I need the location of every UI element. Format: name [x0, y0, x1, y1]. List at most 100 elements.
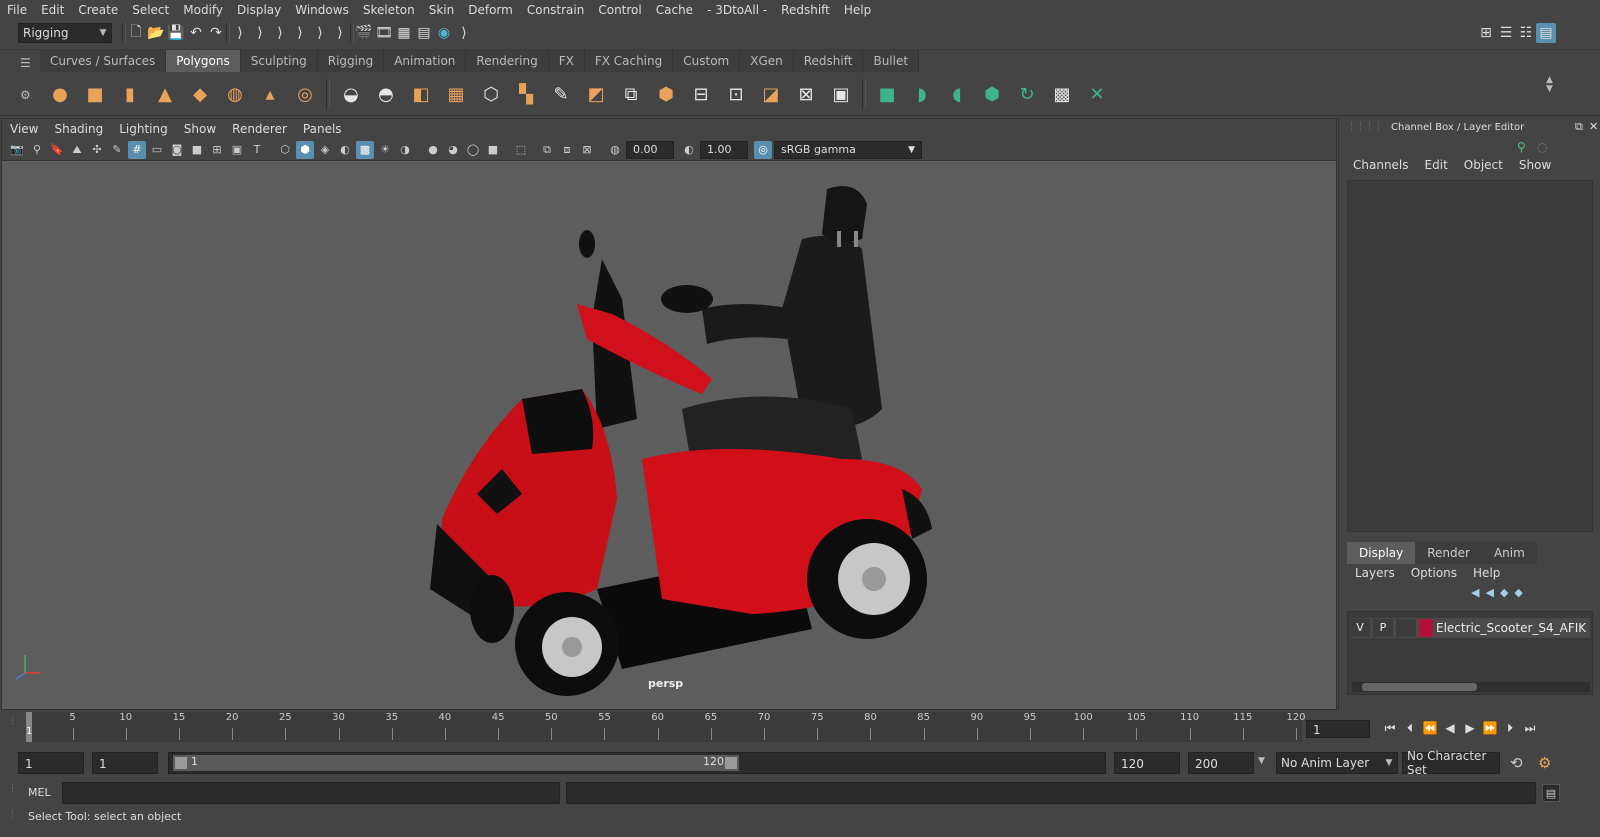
booleans-icon[interactable]: ⬡ [477, 80, 505, 108]
poly-plane-icon[interactable]: ◆ [186, 80, 214, 108]
smooth-icon[interactable]: ▦ [442, 80, 470, 108]
tab-display[interactable]: Display [1347, 542, 1416, 564]
menu-cache[interactable]: Cache [649, 3, 700, 17]
history-icon[interactable]: ⟩ [330, 23, 350, 43]
resolution-gate-icon[interactable]: ◙ [168, 141, 186, 159]
layer-name[interactable]: Electric_Scooter_S4_AFIK [1436, 621, 1586, 635]
menu-deform[interactable]: Deform [461, 3, 520, 17]
bookmark-icon[interactable]: 🔖 [48, 141, 66, 159]
layer-menu-options[interactable]: Options [1403, 566, 1465, 580]
exposure-icon[interactable]: ◍ [606, 141, 624, 159]
shelf-scroll-icon[interactable]: ▲ ▼ [1546, 76, 1560, 94]
undo-icon[interactable]: ↶ [186, 23, 206, 43]
horizontal-scrollbar[interactable] [1352, 682, 1590, 692]
isolate-select-icon[interactable]: ⬚ [512, 141, 530, 159]
range-end-grip[interactable] [725, 757, 737, 769]
tab-anim[interactable]: Anim [1481, 542, 1537, 564]
extract-icon[interactable]: ◧ [407, 80, 435, 108]
render-view-icon[interactable]: 🎬 [354, 23, 374, 43]
wireframe-icon[interactable]: ⬡ [276, 141, 294, 159]
anim-layer-dropdown[interactable]: No Anim Layer ▼ [1276, 752, 1398, 774]
playback-end-field[interactable]: 120 [1114, 752, 1180, 774]
menu-select[interactable]: Select [125, 3, 176, 17]
range-start-grip[interactable] [175, 757, 187, 769]
chevron-down-icon[interactable]: ▼ [1258, 756, 1265, 766]
command-input[interactable] [62, 782, 560, 804]
film-gate-icon[interactable]: ▭ [148, 141, 166, 159]
animation-end-field[interactable]: 200 [1188, 752, 1254, 774]
multi-cut-icon[interactable]: ✎ [547, 80, 575, 108]
combine-icon[interactable]: ◒ [337, 80, 365, 108]
menu-skeleton[interactable]: Skeleton [356, 3, 422, 17]
checker-icon[interactable]: ▩ [1048, 80, 1076, 108]
color-management-icon[interactable]: ◎ [754, 140, 772, 159]
menu-create[interactable]: Create [71, 3, 125, 17]
menu-display[interactable]: Display [230, 3, 288, 17]
menu-3dtoall[interactable]: - 3DtoAll - [700, 3, 774, 17]
gate-mask-icon[interactable]: ■ [188, 141, 206, 159]
uv-editor-icon[interactable]: ↻ [1013, 80, 1041, 108]
tab-bullet[interactable]: Bullet [863, 50, 920, 72]
gamma-icon[interactable]: ◐ [680, 141, 698, 159]
shelf-menu-icon[interactable]: ☰ [20, 56, 34, 70]
anti-aliasing-icon[interactable]: ◯ [464, 141, 482, 159]
redo-icon[interactable]: ↷ [206, 23, 226, 43]
poly-pyramid-icon[interactable]: ▴ [256, 80, 284, 108]
animation-preferences-icon[interactable]: ⚙ [1538, 754, 1551, 772]
step-forward-key-icon[interactable]: ⏩ [1480, 718, 1500, 738]
wireframe-on-shaded-icon[interactable]: ◈ [316, 141, 334, 159]
tab-fx-caching[interactable]: FX Caching [584, 50, 674, 72]
scooter-model[interactable] [382, 169, 982, 709]
tab-polygons[interactable]: Polygons [166, 50, 241, 72]
textured-icon[interactable]: ▩ [356, 140, 374, 159]
attribute-editor-icon[interactable]: ☰ [1496, 23, 1516, 43]
xray-icon[interactable]: ⧉ [538, 141, 556, 159]
screen-space-ao-icon[interactable]: ● [424, 141, 442, 159]
poly-cylinder-icon[interactable]: ▮ [116, 80, 144, 108]
layer-menu-help[interactable]: Help [1465, 566, 1508, 580]
selection-mask-icon[interactable]: ⟩ [230, 23, 250, 43]
snap-surface-icon[interactable]: ⟩ [310, 23, 330, 43]
bevel-icon[interactable]: ⊟ [687, 80, 715, 108]
unfold-icon[interactable]: ✕ [1083, 80, 1111, 108]
new-layer-selected-icon[interactable]: ◆ [1514, 586, 1522, 599]
new-layer-icon[interactable]: ◆ [1500, 586, 1508, 599]
append-polygon-icon[interactable]: ⧉ [617, 80, 645, 108]
snap-grid-icon[interactable]: ⟩ [250, 23, 270, 43]
open-scene-icon[interactable]: 📂 [146, 23, 166, 43]
drag-handle-icon[interactable]: ⋮ [8, 716, 17, 726]
vp-menu-renderer[interactable]: Renderer [224, 122, 295, 136]
channel-manip-icon[interactable]: ◌ [1537, 140, 1547, 154]
tab-sculpting[interactable]: Sculpting [240, 50, 318, 72]
target-weld-icon[interactable]: ⊠ [792, 80, 820, 108]
camera-icon[interactable]: 📷 [8, 141, 26, 159]
soften-edge-icon[interactable]: ▣ [827, 80, 855, 108]
move-layer-down-icon[interactable]: ◀ [1485, 586, 1493, 599]
tool-settings-icon[interactable]: ☷ [1516, 23, 1536, 43]
vp-menu-lighting[interactable]: Lighting [111, 122, 176, 136]
script-editor-icon[interactable]: ▤ [1542, 784, 1560, 802]
range-slider[interactable]: 1 120 [168, 752, 1106, 774]
animation-start-field[interactable]: 1 [18, 752, 84, 774]
drag-handle-icon[interactable]: ⋮ [8, 784, 17, 794]
poly-pipe-icon[interactable]: ◎ [291, 80, 319, 108]
menu-control[interactable]: Control [591, 3, 648, 17]
safe-title-icon[interactable]: T [248, 141, 266, 159]
snap-point-icon[interactable]: ⟩ [290, 23, 310, 43]
save-scene-icon[interactable]: 💾 [166, 23, 186, 43]
cb-menu-show[interactable]: Show [1511, 158, 1559, 172]
channel-options-icon[interactable]: ⚲ [1517, 140, 1526, 154]
menu-constrain[interactable]: Constrain [520, 3, 592, 17]
auto-key-icon[interactable]: ⟲ [1510, 754, 1523, 772]
image-plane-icon[interactable]: ⛰ [68, 141, 86, 159]
render-current-icon[interactable]: 🎞 [374, 23, 394, 43]
vp-menu-view[interactable]: View [2, 122, 46, 136]
current-frame-field[interactable]: 1 [1306, 720, 1370, 738]
gear-icon[interactable]: ⚙ [20, 88, 34, 102]
hypershade-icon[interactable]: ◉ [434, 23, 454, 43]
poly-cube-icon[interactable]: ■ [81, 80, 109, 108]
render-settings-icon[interactable]: ▤ [414, 23, 434, 43]
go-to-end-icon[interactable]: ⏭ [1520, 718, 1540, 738]
close-icon[interactable]: ✕ [1589, 120, 1598, 133]
script-language-toggle[interactable]: MEL [28, 786, 51, 799]
